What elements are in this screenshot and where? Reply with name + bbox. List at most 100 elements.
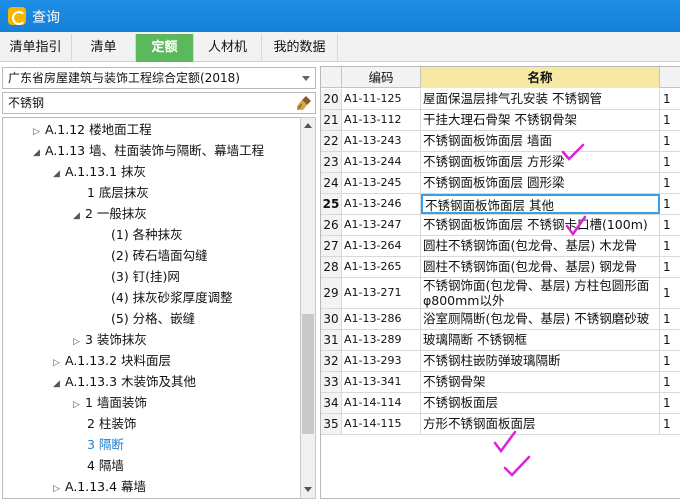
quota-name: 不锈钢面板饰面层 圆形梁 [421, 173, 660, 193]
table-row-current[interactable]: 25 A1-13-246 不锈钢面板饰面层 其他 1 [321, 194, 680, 215]
row-number[interactable]: 31 [321, 330, 342, 350]
quota-name: 不锈钢板面层 [421, 393, 660, 413]
tree-item[interactable]: (4) 抹灰砂浆厚度调整 [99, 287, 233, 308]
tab-bar: 清单指引 清单 定额 人材机 我的数据 [0, 32, 680, 62]
row-number[interactable]: 28 [321, 257, 342, 277]
scroll-thumb[interactable] [302, 314, 314, 434]
quota-name: 圆柱不锈钢饰面(包龙骨、基层) 木龙骨 [421, 236, 660, 256]
quota-extra: 1 [660, 89, 680, 109]
tab-quota[interactable]: 定额 [136, 34, 194, 62]
row-number[interactable]: 20 [321, 89, 342, 109]
tree-item-selected[interactable]: 3 隔断 [75, 434, 124, 455]
tree-scrollbar[interactable] [300, 117, 316, 499]
quota-extra: 1 [660, 194, 680, 214]
tree-item[interactable]: (1) 各种抹灰 [99, 224, 183, 245]
table-row[interactable]: 28 A1-13-265 圆柱不锈钢饰面(包龙骨、基层) 钢龙骨 1 [321, 257, 680, 278]
table-row[interactable]: 35 A1-14-115 方形不锈钢面板面层 1 [321, 414, 680, 435]
collapse-arrow-icon[interactable]: ◢ [53, 164, 65, 185]
row-number[interactable]: 25 [321, 194, 342, 214]
table-row[interactable]: 20 A1-11-125 屋面保温层排气孔安装 不锈钢管 1 [321, 89, 680, 110]
tree-item[interactable]: ◢ A.1.13.3 木装饰及其他 [53, 371, 196, 392]
tree-item[interactable]: (2) 砖石墙面勾缝 [99, 245, 208, 266]
left-pane: 广东省房屋建筑与装饰工程综合定额(2018) 不锈钢 ▷ A.1.12 楼地面工程… [0, 62, 318, 499]
quota-code: A1-13-286 [342, 309, 421, 329]
quota-code: A1-11-125 [342, 89, 421, 109]
norm-select[interactable]: 广东省房屋建筑与装饰工程综合定额(2018) [2, 67, 316, 89]
quota-code: A1-13-271 [342, 278, 421, 308]
row-number[interactable]: 22 [321, 131, 342, 151]
tab-list-guide[interactable]: 清单指引 [0, 34, 72, 62]
tree-item[interactable]: ◢ A.1.13 墙、柱面装饰与隔断、幕墙工程 [33, 140, 264, 161]
quota-extra: 1 [660, 278, 680, 308]
row-number[interactable]: 33 [321, 372, 342, 392]
row-number[interactable]: 35 [321, 414, 342, 434]
tree-item[interactable]: 1 底层抹灰 [75, 182, 149, 203]
row-number[interactable]: 23 [321, 152, 342, 172]
quota-code: A1-14-115 [342, 414, 421, 434]
tree-item[interactable]: ▷ A.1.12 楼地面工程 [33, 119, 152, 140]
search-input[interactable]: 不锈钢 [2, 92, 316, 114]
quota-extra: 1 [660, 330, 680, 350]
title-bar: 查询 [0, 0, 680, 32]
quota-grid: 编码 名称 20 A1-11-125 屋面保温层排气孔安装 不锈钢管 1 21 A1-13… [320, 66, 680, 499]
quota-code: A1-13-112 [342, 110, 421, 130]
row-number[interactable]: 30 [321, 309, 342, 329]
tree-item[interactable]: ▷ A.1.13.4 幕墙 [53, 476, 146, 497]
table-row[interactable]: 31 A1-13-289 玻璃隔断 不锈钢框 1 [321, 330, 680, 351]
table-row[interactable]: 24 A1-13-245 不锈钢面板饰面层 圆形梁 1 [321, 173, 680, 194]
scroll-up-icon[interactable] [301, 118, 315, 134]
tab-list[interactable]: 清单 [72, 34, 136, 62]
window-title: 查询 [32, 10, 60, 26]
collapse-arrow-icon[interactable]: ◢ [53, 374, 65, 395]
table-row[interactable]: 34 A1-14-114 不锈钢板面层 1 [321, 393, 680, 414]
table-row[interactable]: 22 A1-13-243 不锈钢面板饰面层 墙面 1 [321, 131, 680, 152]
table-row[interactable]: 23 A1-13-244 不锈钢面板饰面层 方形梁 1 [321, 152, 680, 173]
row-number[interactable]: 32 [321, 351, 342, 371]
tree-item[interactable]: ◢ 2 一般抹灰 [73, 203, 147, 224]
quota-name: 不锈钢饰面(包龙骨、基层) 方柱包圆形面 φ800mm以外 [421, 278, 660, 308]
tree-item[interactable]: 4 隔墙 [75, 455, 124, 476]
tab-my-data[interactable]: 我的数据 [262, 34, 338, 62]
expand-arrow-icon[interactable]: ▷ [53, 479, 65, 498]
quota-extra: 1 [660, 372, 680, 392]
quota-code: A1-14-114 [342, 393, 421, 413]
chevron-down-icon[interactable] [302, 76, 310, 81]
tree-item[interactable]: ▷ 1 墙面装饰 [73, 392, 147, 413]
row-number[interactable]: 21 [321, 110, 342, 130]
collapse-arrow-icon[interactable]: ◢ [33, 143, 45, 164]
quota-extra: 1 [660, 131, 680, 151]
grid-header: 编码 名称 [321, 67, 680, 88]
quota-code: A1-13-341 [342, 372, 421, 392]
chapter-tree: ▷ A.1.12 楼地面工程 ◢ A.1.13 墙、柱面装饰与隔断、幕墙工程 ◢ A.… [2, 117, 300, 499]
table-row[interactable]: 26 A1-13-247 不锈钢面板饰面层 不锈钢卡口槽(100m) 1 [321, 215, 680, 236]
search-input-value: 不锈钢 [8, 96, 45, 110]
table-row[interactable]: 33 A1-13-341 不锈钢骨架 1 [321, 372, 680, 393]
row-number[interactable]: 26 [321, 215, 342, 235]
table-row[interactable]: 32 A1-13-293 不锈钢柱嵌防弹玻璃隔断 1 [321, 351, 680, 372]
scroll-down-icon[interactable] [301, 482, 315, 498]
collapse-arrow-icon[interactable]: ◢ [73, 206, 85, 227]
tree-item[interactable]: (5) 分格、嵌缝 [99, 308, 195, 329]
table-row[interactable]: 29 A1-13-271 不锈钢饰面(包龙骨、基层) 方柱包圆形面 φ800mm以外… [321, 278, 680, 309]
table-row[interactable]: 21 A1-13-112 干挂大理石骨架 不锈钢骨架 1 [321, 110, 680, 131]
row-number[interactable]: 24 [321, 173, 342, 193]
header-code[interactable]: 编码 [342, 67, 421, 88]
table-row[interactable]: 27 A1-13-264 圆柱不锈钢饰面(包龙骨、基层) 木龙骨 1 [321, 236, 680, 257]
tree-item[interactable]: ◢ A.1.13.1 抹灰 [53, 161, 146, 182]
tree-item[interactable]: 2 柱装饰 [75, 413, 136, 434]
app-icon [8, 7, 26, 25]
tree-item[interactable]: ▷ A.1.13.2 块料面层 [53, 350, 171, 371]
table-row[interactable]: 30A1-13-286浴室厕隔断(包龙骨、基层) 不锈钢磨砂玻璃1 [321, 309, 680, 330]
quota-code: A1-13-264 [342, 236, 421, 256]
row-number[interactable]: 27 [321, 236, 342, 256]
brush-icon[interactable] [296, 95, 312, 111]
quota-extra: 1 [660, 173, 680, 193]
quota-extra: 1 [660, 236, 680, 256]
row-number[interactable]: 34 [321, 393, 342, 413]
row-number[interactable]: 29 [321, 278, 342, 308]
header-name[interactable]: 名称 [421, 67, 660, 88]
tree-item[interactable]: (3) 钉(挂)网 [99, 266, 180, 287]
quota-name: 玻璃隔断 不锈钢框 [421, 330, 660, 350]
tree-item[interactable]: ▷ 3 装饰抹灰 [73, 329, 147, 350]
tab-labor-material[interactable]: 人材机 [194, 34, 262, 62]
